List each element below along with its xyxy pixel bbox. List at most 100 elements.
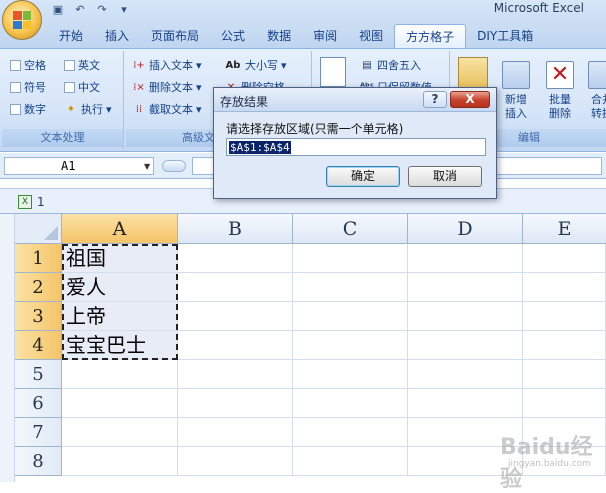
- grid-cell[interactable]: [178, 273, 293, 302]
- insert-text-button[interactable]: ⁞+ 插入文本 ▾: [132, 57, 201, 73]
- formula-bar-handle[interactable]: [162, 160, 186, 172]
- cell-a3[interactable]: 上帝: [62, 302, 178, 331]
- undo-icon[interactable]: ↶: [72, 2, 88, 16]
- add-insert-button[interactable]: 新增 插入: [498, 61, 534, 121]
- round-button[interactable]: ▤ 四舍五入: [360, 57, 421, 73]
- grid-cell[interactable]: [523, 302, 606, 331]
- checkbox-chinese[interactable]: 中文: [64, 79, 100, 95]
- tab-view[interactable]: 视图: [348, 24, 394, 48]
- grid-cell[interactable]: [408, 360, 523, 389]
- case-button[interactable]: Ab 大小写 ▾: [224, 57, 287, 73]
- column-header-d[interactable]: D: [408, 214, 523, 244]
- checkbox-label: 符号: [24, 81, 46, 94]
- grid-cell[interactable]: [293, 360, 408, 389]
- tab-data[interactable]: 数据: [256, 24, 302, 48]
- merge-convert-button[interactable]: 合并 转换: [584, 61, 606, 121]
- checkbox-symbol[interactable]: 符号: [10, 79, 46, 95]
- grid-cell[interactable]: [178, 244, 293, 273]
- delete-text-button[interactable]: ⁞× 删除文本 ▾: [132, 79, 201, 95]
- column-header-c[interactable]: C: [293, 214, 408, 244]
- checkbox-space[interactable]: 空格: [10, 57, 46, 73]
- row-header-1[interactable]: 1: [15, 244, 62, 273]
- tab-fangfanggezi[interactable]: 方方格子: [394, 24, 467, 48]
- grid-cell[interactable]: [293, 418, 408, 447]
- grid-cell[interactable]: [523, 244, 606, 273]
- office-button[interactable]: [2, 0, 42, 40]
- column-header-b[interactable]: B: [178, 214, 293, 244]
- column-header-e[interactable]: E: [523, 214, 606, 244]
- execute-button[interactable]: ✦ 执行 ▾: [64, 101, 112, 117]
- checkbox-english[interactable]: 英文: [64, 57, 100, 73]
- row-header-5[interactable]: 5: [15, 360, 62, 389]
- grid-cell[interactable]: [523, 389, 606, 418]
- grid-cell[interactable]: [62, 389, 178, 418]
- grid-cell[interactable]: [523, 418, 606, 447]
- help-button[interactable]: ?: [423, 91, 447, 108]
- row-header-8[interactable]: 8: [15, 447, 62, 476]
- tab-insert[interactable]: 插入: [94, 24, 140, 48]
- grid-cell[interactable]: [408, 331, 523, 360]
- row-header-6[interactable]: 6: [15, 389, 62, 418]
- grid-cell[interactable]: [62, 360, 178, 389]
- grid-cell[interactable]: [293, 331, 408, 360]
- name-box[interactable]: A1: [4, 157, 154, 175]
- grid-cell[interactable]: [408, 302, 523, 331]
- cancel-button[interactable]: 取消: [408, 166, 482, 187]
- range-input[interactable]: $A$1:$A$4: [226, 138, 486, 156]
- tab-diy-toolbox[interactable]: DIY工具箱: [466, 24, 544, 48]
- batch-delete-button[interactable]: ✕ 批量 删除: [542, 61, 578, 121]
- grid-cell[interactable]: [408, 244, 523, 273]
- tab-page-layout[interactable]: 页面布局: [140, 24, 210, 48]
- cell-a2[interactable]: 爱人: [62, 273, 178, 302]
- dialog-title-bar[interactable]: 存放结果 ? X: [214, 88, 496, 112]
- tab-review[interactable]: 审阅: [302, 24, 348, 48]
- row-header-4[interactable]: 4: [15, 331, 62, 360]
- cell-a1[interactable]: 祖国: [62, 244, 178, 273]
- grid-cell[interactable]: [408, 418, 523, 447]
- tab-home[interactable]: 开始: [48, 24, 94, 48]
- checkbox-label: 空格: [24, 59, 46, 72]
- add-insert-label-1: 新增: [505, 93, 527, 106]
- column-header-a[interactable]: A: [62, 214, 178, 244]
- extract-text-button[interactable]: ⁞⁞ 截取文本 ▾: [132, 101, 202, 117]
- checkbox-icon: [10, 103, 21, 115]
- grid-cell[interactable]: [408, 273, 523, 302]
- row-header-2[interactable]: 2: [15, 273, 62, 302]
- select-all-corner[interactable]: [15, 214, 62, 244]
- grid-cell[interactable]: [178, 389, 293, 418]
- round-label: 四舍五入: [377, 59, 421, 72]
- grid-cell[interactable]: [523, 447, 606, 476]
- grid-cell[interactable]: [293, 447, 408, 476]
- grid-cell[interactable]: [178, 302, 293, 331]
- redo-icon[interactable]: ↷: [94, 2, 110, 16]
- row-header-3[interactable]: 3: [15, 302, 62, 331]
- app-title: Microsoft Excel: [493, 1, 584, 15]
- grid-cell[interactable]: [62, 418, 178, 447]
- grid-cell[interactable]: [178, 447, 293, 476]
- grid-cell[interactable]: [178, 418, 293, 447]
- cell-a4[interactable]: 宝宝巴士: [62, 331, 178, 360]
- name-box-dropdown-icon[interactable]: ▼: [144, 162, 150, 171]
- grid-cell[interactable]: [523, 360, 606, 389]
- grid-cell[interactable]: [523, 273, 606, 302]
- ok-button[interactable]: 确定: [326, 166, 400, 187]
- grid-cell[interactable]: [178, 331, 293, 360]
- close-button[interactable]: X: [450, 91, 490, 108]
- tab-formulas[interactable]: 公式: [210, 24, 256, 48]
- grid-cell[interactable]: [293, 302, 408, 331]
- worksheet-grid[interactable]: A B C D E 1 2 3 4 5 6 7 8 祖国 爱人 上帝 宝宝巴士: [0, 214, 606, 482]
- batch-delete-label-2: 删除: [549, 107, 571, 120]
- grid-cell[interactable]: [408, 447, 523, 476]
- store-result-dialog: 存放结果 ? X 请选择存放区域(只需一个单元格) $A$1:$A$4 确定 取…: [213, 87, 497, 199]
- grid-cell[interactable]: [62, 447, 178, 476]
- grid-cell[interactable]: [293, 273, 408, 302]
- grid-cell[interactable]: [293, 244, 408, 273]
- save-icon[interactable]: ▣: [50, 2, 66, 16]
- grid-cell[interactable]: [523, 331, 606, 360]
- grid-cell[interactable]: [293, 389, 408, 418]
- customize-qat-icon[interactable]: ▾: [116, 2, 132, 16]
- grid-cell[interactable]: [178, 360, 293, 389]
- row-header-7[interactable]: 7: [15, 418, 62, 447]
- checkbox-number[interactable]: 数字: [10, 101, 46, 117]
- grid-cell[interactable]: [408, 389, 523, 418]
